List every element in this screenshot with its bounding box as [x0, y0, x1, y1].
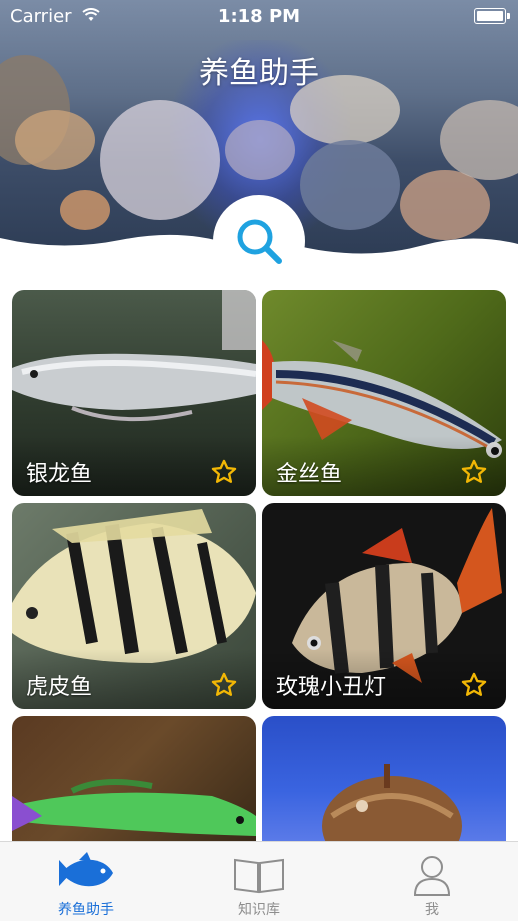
fish-card[interactable]: [12, 716, 256, 841]
battery-icon: [474, 8, 510, 24]
fish-name: 玫瑰小丑灯: [276, 675, 387, 700]
fish-name: 金丝鱼: [276, 462, 343, 487]
status-time: 1:18 PM: [217, 6, 301, 27]
star-outline-icon[interactable]: [460, 671, 488, 699]
search-button[interactable]: [213, 195, 305, 287]
status-bar: Carrier 1:18 PM: [0, 0, 518, 32]
search-icon: [237, 219, 282, 264]
star-outline-icon[interactable]: [210, 671, 238, 699]
tab-fish-assistant[interactable]: 养鱼助手: [0, 842, 172, 921]
page-title: 养鱼助手: [199, 56, 319, 91]
fish-name: 银龙鱼: [26, 462, 93, 487]
tab-knowledge[interactable]: 知识库: [173, 842, 345, 921]
fish-card[interactable]: 银龙鱼: [12, 290, 256, 496]
fish-card[interactable]: 虎皮鱼: [12, 503, 256, 709]
fish-photo: [12, 779, 256, 836]
tab-label: 我: [425, 902, 439, 918]
book-icon: [234, 858, 284, 894]
fish-card[interactable]: 玫瑰小丑灯: [262, 503, 506, 709]
person-icon: [413, 856, 451, 896]
star-outline-icon[interactable]: [460, 458, 488, 486]
tab-bar: 养鱼助手 知识库 我: [0, 841, 518, 921]
tab-label: 养鱼助手: [58, 902, 114, 918]
tab-me[interactable]: 我: [346, 842, 518, 921]
fish-icon: [59, 852, 113, 887]
fish-card[interactable]: [262, 716, 506, 841]
fish-photo: [322, 764, 462, 841]
fish-card[interactable]: 金丝鱼: [262, 290, 506, 496]
fish-name: 虎皮鱼: [26, 675, 93, 700]
star-outline-icon[interactable]: [210, 458, 238, 486]
tab-label: 知识库: [238, 902, 280, 918]
